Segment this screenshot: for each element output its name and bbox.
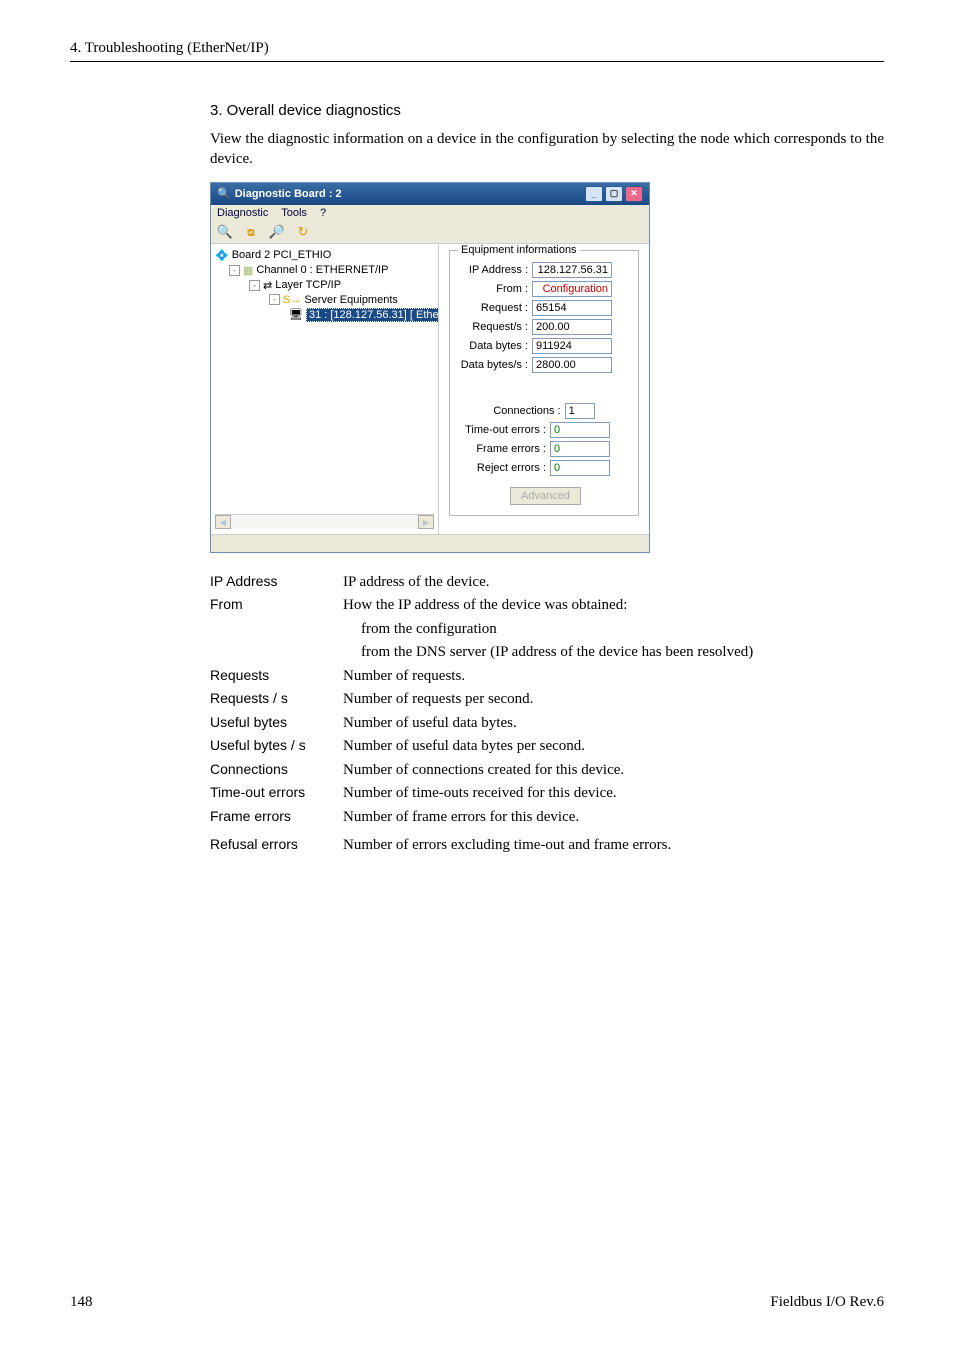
frameerr-value: 0: [550, 441, 610, 457]
connections-label: Connections :: [493, 405, 564, 417]
def-term-timeout: Time-out errors: [210, 782, 343, 805]
def-val-frameerr: Number of frame errors for this device.: [343, 806, 884, 829]
main-pane: 💠 Board 2 PCI_ETHIO - ▦ Channel 0 : ETHE…: [211, 244, 649, 534]
magnify-strike-icon[interactable]: ᴓ: [243, 224, 259, 240]
device-icon: 🖥: [289, 308, 303, 321]
magnify-icon[interactable]: 🔍: [217, 224, 233, 240]
board-icon: 💠: [215, 249, 229, 262]
rejecterr-value: 0: [550, 460, 610, 476]
section-title: 3. Overall device diagnostics: [210, 102, 884, 119]
def-val-refusal: Number of errors excluding time-out and …: [343, 834, 884, 857]
expander-icon[interactable]: -: [229, 265, 240, 276]
intro-text: View the diagnostic information on a dev…: [210, 129, 884, 170]
requests-value: 200.00: [532, 319, 612, 335]
horizontal-scrollbar[interactable]: ◀ ▶: [215, 514, 434, 530]
def-val-connections: Number of connections created for this d…: [343, 759, 884, 782]
tree-node-channel[interactable]: - ▦ Channel 0 : ETHERNET/IP: [229, 263, 434, 278]
scroll-right-button[interactable]: ▶: [418, 515, 434, 529]
def-val-from-sub1: from the configuration: [361, 618, 884, 641]
header-text: 4. Troubleshooting (EtherNet/IP): [70, 40, 269, 56]
groupbox-legend: Equipment informations: [458, 244, 580, 256]
requests-label: Request/s :: [460, 321, 532, 333]
status-bar: [211, 534, 649, 552]
info-pane: Equipment informations IP Address :128.1…: [439, 244, 649, 534]
def-val-from-sub2: from the DNS server (IP address of the d…: [361, 641, 884, 664]
timeout-label: Time-out errors :: [460, 424, 550, 436]
ip-value: 128.127.56.31: [532, 262, 612, 278]
def-val-usefulbytes: Number of useful data bytes.: [343, 712, 884, 735]
window-titlebar[interactable]: 🔍 Diagnostic Board : 2 _ ▢ ✕: [211, 183, 649, 205]
def-term-requestss: Requests / s: [210, 688, 343, 711]
toolbar: 🔍 ᴓ 🔎 ↻: [211, 221, 649, 244]
magnify-alt-icon[interactable]: 🔎: [269, 224, 285, 240]
channel-icon: ▦: [243, 264, 253, 277]
tree-node-board[interactable]: 💠 Board 2 PCI_ETHIO: [215, 248, 434, 263]
def-val-ip: IP address of the device.: [343, 571, 884, 594]
app-icon: 🔍: [217, 187, 231, 200]
databytess-value: 2800.00: [532, 357, 612, 373]
databytes-label: Data bytes :: [460, 340, 532, 352]
page-footer: 148 Fieldbus I/O Rev.6: [70, 1294, 884, 1311]
frameerr-label: Frame errors :: [460, 443, 550, 455]
def-val-requestss: Number of requests per second.: [343, 688, 884, 711]
menu-tools[interactable]: Tools: [281, 207, 307, 219]
definitions-table: IP AddressIP address of the device. From…: [210, 571, 884, 857]
def-val-requests: Number of requests.: [343, 665, 884, 688]
close-button[interactable]: ✕: [625, 186, 643, 202]
menu-bar: Diagnostic Tools ?: [211, 205, 649, 221]
databytes-value: 911924: [532, 338, 612, 354]
diagnostic-window: 🔍 Diagnostic Board : 2 _ ▢ ✕ Diagnostic …: [210, 182, 650, 553]
tree-node-layer[interactable]: - ⇄ Layer TCP/IP: [249, 278, 434, 293]
ip-label: IP Address :: [460, 264, 532, 276]
def-term-frameerr: Frame errors: [210, 806, 343, 829]
def-term-usefulbytes: Useful bytes: [210, 712, 343, 735]
def-term-connections: Connections: [210, 759, 343, 782]
window-title: Diagnostic Board : 2: [235, 188, 342, 200]
def-term-usefulbytess: Useful bytes / s: [210, 735, 343, 758]
tree-pane: 💠 Board 2 PCI_ETHIO - ▦ Channel 0 : ETHE…: [211, 244, 439, 534]
tree-node-device-selected[interactable]: 🖥 31 : [128.127.56.31] [ EtherN: [289, 307, 434, 323]
doc-title: Fieldbus I/O Rev.6: [770, 1294, 884, 1311]
from-value: Configuration: [532, 281, 612, 297]
request-label: Request :: [460, 302, 532, 314]
connections-value: 1: [565, 403, 595, 419]
window-buttons: _ ▢ ✕: [585, 186, 643, 202]
def-val-usefulbytess: Number of useful data bytes per second.: [343, 735, 884, 758]
def-term-from: From: [210, 594, 343, 617]
layer-icon: ⇄: [263, 279, 272, 292]
equipment-groupbox: Equipment informations IP Address :128.1…: [449, 250, 639, 516]
refresh-icon[interactable]: ↻: [295, 224, 311, 240]
main-content: 3. Overall device diagnostics View the d…: [210, 102, 884, 857]
page-number: 148: [70, 1294, 93, 1311]
advanced-button[interactable]: Advanced: [510, 487, 581, 505]
def-val-timeout: Number of time-outs received for this de…: [343, 782, 884, 805]
scroll-track[interactable]: [231, 515, 418, 529]
expander-icon[interactable]: -: [249, 280, 260, 291]
menu-diagnostic[interactable]: Diagnostic: [217, 207, 268, 219]
maximize-button[interactable]: ▢: [605, 186, 623, 202]
rejecterr-label: Reject errors :: [460, 462, 550, 474]
page-header: 4. Troubleshooting (EtherNet/IP): [70, 40, 884, 62]
from-label: From :: [460, 283, 532, 295]
expander-icon[interactable]: -: [269, 294, 280, 305]
timeout-value: 0: [550, 422, 610, 438]
scroll-left-button[interactable]: ◀: [215, 515, 231, 529]
request-value: 65154: [532, 300, 612, 316]
def-term-requests: Requests: [210, 665, 343, 688]
minimize-button[interactable]: _: [585, 186, 603, 202]
menu-help[interactable]: ?: [320, 207, 326, 219]
def-term-ip: IP Address: [210, 571, 343, 594]
databytess-label: Data bytes/s :: [460, 359, 532, 371]
def-val-from: How the IP address of the device was obt…: [343, 594, 884, 617]
tree-node-server[interactable]: - S→ Server Equipments: [269, 293, 434, 307]
def-term-refusal: Refusal errors: [210, 834, 343, 857]
server-icon: S→: [283, 294, 301, 306]
